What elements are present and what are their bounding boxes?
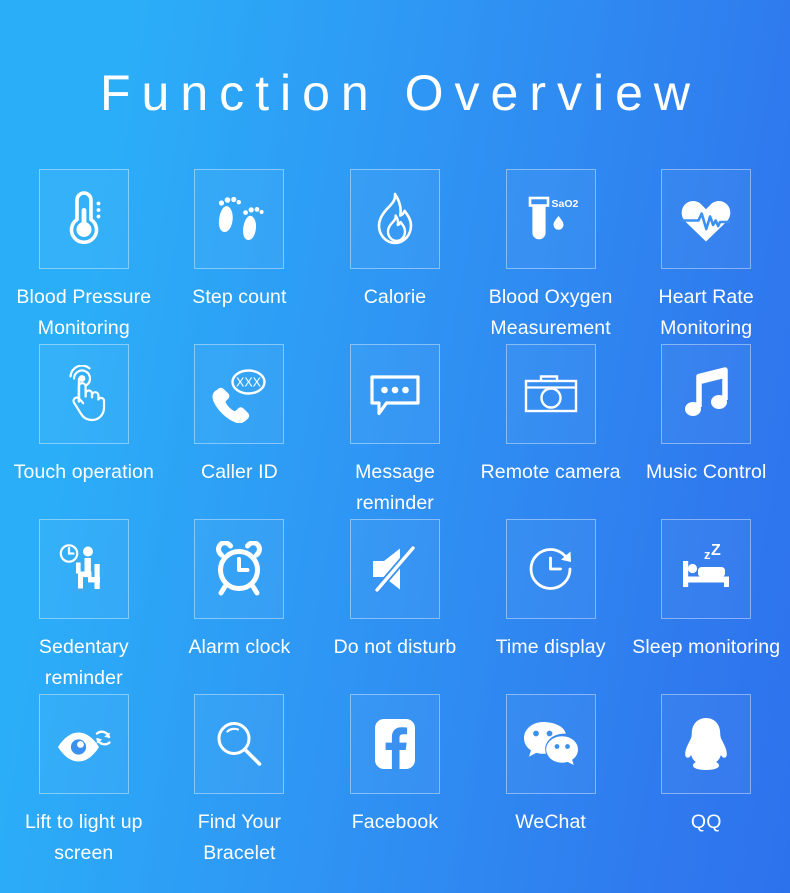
- feature-label: Lift to light up screen: [25, 811, 143, 864]
- feature-label: Blood Oxygen Measurement: [488, 286, 613, 339]
- wechat-icon: [521, 719, 581, 769]
- feature-icon-tile[interactable]: [505, 344, 596, 444]
- feature-label: Alarm clock: [188, 636, 291, 658]
- feature-icon-tile[interactable]: [661, 694, 752, 794]
- test-tube-sao2-icon: SaO2: [520, 190, 582, 248]
- feature-label: Sleep monitoring: [632, 636, 781, 658]
- feature-label: Caller ID: [201, 461, 278, 483]
- feature-item-qq[interactable]: QQ: [628, 694, 784, 869]
- feature-item-calorie[interactable]: Calorie: [317, 169, 473, 344]
- feature-item-do-not-disturb[interactable]: Do not disturb: [317, 519, 473, 694]
- feature-icon-tile[interactable]: [194, 694, 285, 794]
- facebook-icon: [370, 717, 420, 771]
- feature-label: Do not disturb: [333, 636, 457, 658]
- feature-label: Remote camera: [480, 461, 621, 483]
- feature-icon-tile[interactable]: [349, 344, 440, 444]
- feature-label: Facebook: [351, 811, 439, 833]
- feature-item-time-display[interactable]: Time display: [473, 519, 629, 694]
- feature-item-music-control[interactable]: Music Control: [628, 344, 784, 519]
- feature-item-lift-to-light[interactable]: Lift to light up screen: [6, 694, 162, 869]
- feature-label: Message reminder: [355, 461, 435, 514]
- clock-refresh-icon: [523, 542, 579, 596]
- flame-icon: [370, 190, 420, 248]
- feature-item-sleep-monitoring[interactable]: z Z Sleep monitoring: [628, 519, 784, 694]
- sleep-z-small: z: [704, 547, 711, 562]
- feature-item-alarm-clock[interactable]: Alarm clock: [162, 519, 318, 694]
- touch-hand-icon: [58, 365, 110, 423]
- feature-icon-tile[interactable]: [38, 519, 129, 619]
- alarm-clock-icon: [211, 541, 267, 597]
- phone-caller-id-icon: XXX: [208, 365, 270, 423]
- feature-item-sedentary-reminder[interactable]: Sedentary reminder: [6, 519, 162, 694]
- feature-icon-tile[interactable]: [349, 519, 440, 619]
- sao2-label: SaO2: [551, 198, 578, 210]
- function-overview-page: Function Overview Blood Pressure Monitor…: [0, 0, 790, 893]
- feature-label: Time display: [495, 636, 606, 658]
- feature-label: Calorie: [363, 286, 427, 308]
- feature-icon-tile[interactable]: [505, 694, 596, 794]
- feature-label: Step count: [192, 286, 287, 308]
- camera-icon: [522, 370, 580, 418]
- feature-grid: Blood Pressure Monitoring Step count Cal…: [0, 169, 790, 869]
- feature-item-caller-id[interactable]: XXX Caller ID: [162, 344, 318, 519]
- feature-icon-tile[interactable]: [661, 169, 752, 269]
- feature-icon-tile[interactable]: XXX: [194, 344, 285, 444]
- sitting-person-clock-icon: [56, 541, 112, 597]
- feature-label: Touch operation: [13, 461, 154, 483]
- feature-item-blood-oxygen[interactable]: SaO2 Blood Oxygen Measurement: [473, 169, 629, 344]
- speech-bubble-icon: [366, 368, 424, 420]
- feature-item-find-bracelet[interactable]: Find Your Bracelet: [162, 694, 318, 869]
- feature-label: Heart Rate Monitoring: [658, 286, 754, 339]
- muted-speaker-icon: [367, 543, 423, 595]
- feature-label: Music Control: [645, 461, 767, 483]
- feature-item-heart-rate[interactable]: Heart Rate Monitoring: [628, 169, 784, 344]
- feature-icon-tile[interactable]: SaO2: [505, 169, 596, 269]
- feature-label: Blood Pressure Monitoring: [16, 286, 152, 339]
- feature-icon-tile[interactable]: [38, 694, 129, 794]
- page-title: Function Overview: [99, 65, 702, 121]
- music-note-icon: [681, 366, 731, 422]
- footprints-icon: [210, 191, 268, 247]
- feature-label: WeChat: [515, 811, 586, 833]
- thermometer-icon: [57, 190, 111, 248]
- feature-item-touch-operation[interactable]: Touch operation: [6, 344, 162, 519]
- feature-icon-tile[interactable]: [349, 694, 440, 794]
- feature-icon-tile[interactable]: [194, 169, 285, 269]
- feature-icon-tile[interactable]: [505, 519, 596, 619]
- sleep-z-large: Z: [711, 543, 721, 559]
- qq-penguin-icon: [680, 716, 732, 772]
- bed-sleep-icon: z Z: [677, 543, 735, 595]
- feature-icon-tile[interactable]: [194, 519, 285, 619]
- feature-label: Find Your Bracelet: [197, 811, 282, 864]
- feature-item-facebook[interactable]: Facebook: [317, 694, 473, 869]
- heart-pulse-icon: [678, 193, 734, 245]
- feature-label: Sedentary reminder: [38, 636, 129, 689]
- feature-icon-tile[interactable]: [349, 169, 440, 269]
- eye-refresh-icon: [54, 721, 114, 767]
- feature-icon-tile[interactable]: [661, 344, 752, 444]
- feature-icon-tile[interactable]: [38, 169, 129, 269]
- magnifier-icon: [212, 717, 266, 771]
- feature-item-message-reminder[interactable]: Message reminder: [317, 344, 473, 519]
- feature-icon-tile[interactable]: z Z: [661, 519, 752, 619]
- feature-item-step-count[interactable]: Step count: [162, 169, 318, 344]
- feature-icon-tile[interactable]: [38, 344, 129, 444]
- feature-item-blood-pressure[interactable]: Blood Pressure Monitoring: [6, 169, 162, 344]
- feature-item-wechat[interactable]: WeChat: [473, 694, 629, 869]
- feature-label: QQ: [690, 811, 722, 833]
- feature-item-remote-camera[interactable]: Remote camera: [473, 344, 629, 519]
- caller-id-xxx-label: XXX: [236, 376, 262, 390]
